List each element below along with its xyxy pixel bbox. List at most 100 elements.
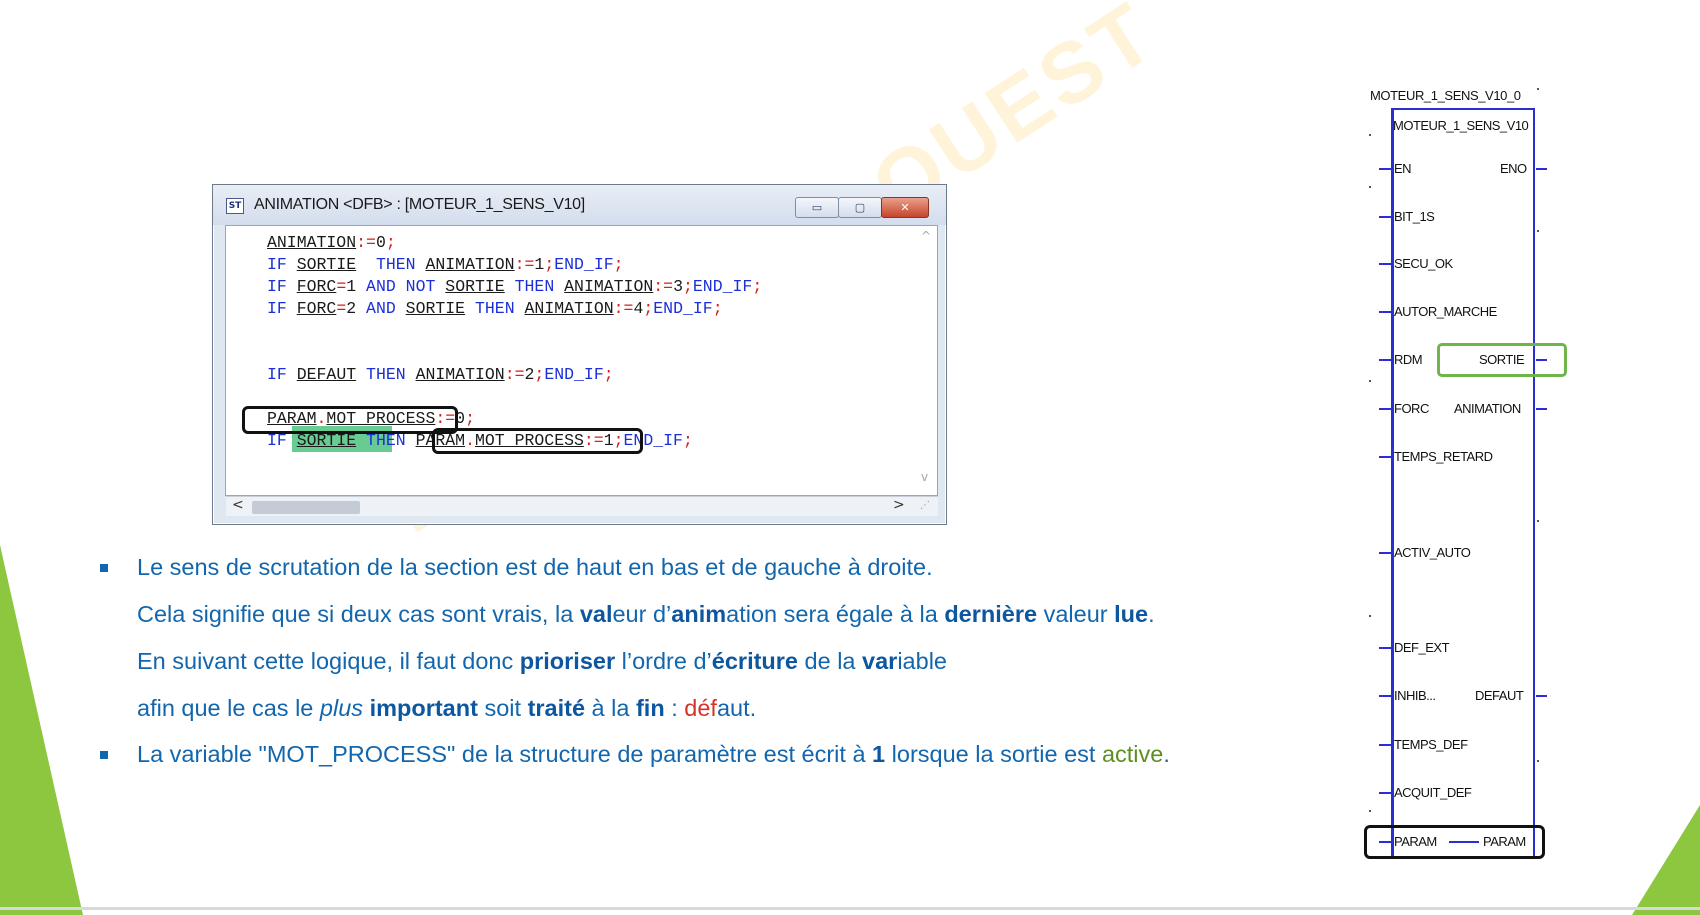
- pin-temps-def[interactable]: TEMPS_DEF: [1394, 737, 1468, 752]
- code-token: ANIMATION: [425, 255, 515, 274]
- pin-in-line: [1379, 647, 1392, 649]
- scroll-up-icon[interactable]: ^: [921, 229, 931, 243]
- code-token: IF: [267, 277, 287, 296]
- minimize-button[interactable]: ▭: [795, 197, 839, 218]
- code-line-5[interactable]: IF DEFAUT THEN ANIMATION:=2;END_IF;: [267, 364, 614, 386]
- code-token: ;: [682, 277, 693, 296]
- code-token: END_IF: [653, 299, 713, 318]
- code-token: ANIMATION: [415, 365, 505, 384]
- code-token: ;: [534, 365, 545, 384]
- text-run: eur d’: [612, 601, 672, 627]
- code-token: ;: [385, 233, 396, 252]
- code-token: THEN: [366, 365, 406, 384]
- text-run: anim: [671, 601, 727, 627]
- horizontal-scrollbar[interactable]: < > ⋰: [226, 496, 938, 516]
- code-token: ;: [643, 299, 654, 318]
- code-token: =: [336, 299, 347, 318]
- code-editor[interactable]: ANIMATION:=0; IF SORTIE THEN ANIMATION:=…: [225, 225, 938, 496]
- bullet-1-line-1: Le sens de scrutation de la section est …: [137, 554, 933, 581]
- grid-dot: [1537, 520, 1539, 522]
- code-token: ANIMATION: [564, 277, 654, 296]
- pin-def-ext[interactable]: DEF_EXT: [1394, 640, 1450, 655]
- text-run: fin: [635, 695, 665, 721]
- grid-dot: [1369, 615, 1371, 617]
- resize-grip-icon[interactable]: ⋰: [920, 500, 930, 511]
- pin-in-line: [1379, 792, 1392, 794]
- pin-in-line: [1379, 168, 1392, 170]
- pin-autor-marche[interactable]: AUTOR_MARCHE: [1394, 304, 1497, 319]
- scroll-right-icon[interactable]: >: [893, 497, 905, 513]
- pin-in-line: [1379, 456, 1392, 458]
- code-token: 1: [534, 255, 545, 274]
- pin-in-line: [1379, 359, 1392, 361]
- maximize-button[interactable]: ▢: [838, 197, 882, 218]
- pin-in-line: [1379, 744, 1392, 746]
- code-line-2[interactable]: IF SORTIE THEN ANIMATION:=1;END_IF;: [267, 254, 624, 276]
- text-run: iable: [897, 648, 947, 674]
- text-run: lorsque la sortie est: [885, 741, 1102, 767]
- pin-bit-1s[interactable]: BIT_1S: [1394, 209, 1435, 224]
- st-editor-window[interactable]: ST ANIMATION <DFB> : [MOTEUR_1_SENS_V10]…: [212, 184, 947, 525]
- grid-dot: [1537, 88, 1539, 90]
- close-button[interactable]: ✕: [881, 197, 929, 218]
- code-token: :=: [514, 255, 535, 274]
- text-run: Cela signifie que si deux cas sont vrais…: [137, 601, 580, 627]
- pin-in-line: [1379, 311, 1392, 313]
- pin-secu-ok[interactable]: SECU_OK: [1394, 256, 1453, 271]
- scroll-down-icon[interactable]: v: [921, 470, 928, 484]
- scroll-left-icon[interactable]: <: [232, 497, 244, 513]
- pin-eno[interactable]: ENO: [1500, 161, 1527, 176]
- bullet-1-line-2: Cela signifie que si deux cas sont vrais…: [137, 601, 1155, 628]
- code-token: 4: [633, 299, 644, 318]
- text-run: soit: [477, 695, 528, 721]
- pin-out-line: [1536, 408, 1547, 410]
- text-run: plus: [319, 695, 364, 721]
- text-run: :: [664, 695, 685, 721]
- window-title: ANIMATION <DFB> : [MOTEUR_1_SENS_V10]: [254, 196, 585, 213]
- text-run: active: [1101, 741, 1164, 767]
- code-token: 0: [375, 233, 386, 252]
- code-token: END_IF: [692, 277, 753, 296]
- param-assign-highlight: [242, 406, 458, 434]
- code-token: FORC: [296, 277, 337, 296]
- text-run: val: [579, 601, 613, 627]
- pin-in-line: [1379, 408, 1392, 410]
- code-token: DEFAUT: [296, 365, 357, 384]
- code-line-3[interactable]: IF FORC=1 AND NOT SORTIE THEN ANIMATION:…: [267, 276, 762, 298]
- pin-defaut[interactable]: DEFAUT: [1475, 688, 1524, 703]
- text-run: important: [369, 695, 478, 721]
- pin-rdm[interactable]: RDM: [1394, 352, 1423, 367]
- code-token: ;: [682, 431, 693, 450]
- text-run: Le sens de scrutation de la section est …: [137, 554, 933, 580]
- pin-in-line: [1379, 263, 1392, 265]
- code-token: IF: [267, 365, 287, 384]
- block-type-name: MOTEUR_1_SENS_V10: [1393, 118, 1529, 133]
- text-run: En suivant cette logique, il faut donc: [137, 648, 520, 674]
- code-token: 1: [346, 277, 357, 296]
- pin-en[interactable]: EN: [1394, 161, 1412, 176]
- code-token: END_IF: [544, 365, 604, 384]
- code-line-4[interactable]: IF FORC=2 AND SORTIE THEN ANIMATION:=4;E…: [267, 298, 723, 320]
- pin-in-line: [1379, 695, 1392, 697]
- pin-temps-retard[interactable]: TEMPS_RETARD: [1394, 449, 1493, 464]
- sortie-output-highlight: [1437, 343, 1567, 377]
- pin-animation[interactable]: ANIMATION: [1454, 401, 1521, 416]
- pin-activ-auto[interactable]: ACTIV_AUTO: [1394, 545, 1471, 560]
- text-run: lue: [1114, 601, 1149, 627]
- window-titlebar[interactable]: ST ANIMATION <DFB> : [MOTEUR_1_SENS_V10]…: [213, 185, 946, 225]
- text-run: écriture: [711, 648, 798, 674]
- pin-forc[interactable]: FORC: [1394, 401, 1429, 416]
- code-token: 3: [673, 277, 683, 296]
- code-token: NOT: [405, 277, 436, 296]
- text-run: l’ordre d’: [615, 648, 712, 674]
- pin-inhib[interactable]: INHIB...: [1394, 688, 1436, 703]
- grid-dot: [1537, 230, 1539, 232]
- pin-acquit-def[interactable]: ACQUIT_DEF: [1394, 785, 1472, 800]
- code-token: ;: [613, 255, 624, 274]
- horizontal-scroll-thumb[interactable]: [252, 501, 360, 514]
- pin-out-line: [1536, 168, 1547, 170]
- text-run: valeur: [1037, 601, 1115, 627]
- text-run: var: [862, 648, 898, 674]
- text-run: prioriser: [519, 648, 616, 674]
- code-line-1[interactable]: ANIMATION:=0;: [267, 232, 396, 254]
